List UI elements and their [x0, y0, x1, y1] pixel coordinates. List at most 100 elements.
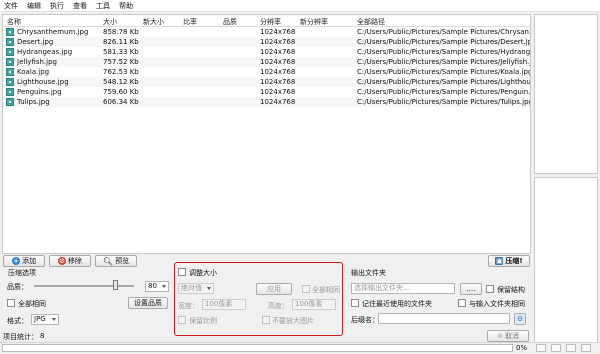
all-same-quality-checkbox[interactable] — [7, 299, 15, 307]
cell-name: Tulips.jpg — [17, 98, 50, 106]
cell-resolution: 1024x768 — [260, 98, 296, 106]
chevron-down-icon — [207, 287, 211, 290]
cell-size: 606.34 Kb — [103, 98, 139, 106]
quality-spinbox[interactable]: 80 — [145, 281, 169, 292]
resize-all-same-label: 全部相同 — [312, 286, 340, 294]
cell-resolution: 1024x768 — [260, 68, 296, 76]
cell-size: 762.53 Kb — [103, 68, 139, 76]
cell-size: 759.60 Kb — [103, 88, 139, 96]
cell-resolution: 1024x768 — [260, 58, 296, 66]
remember-recent-label: 记住最近使用的文件夹 — [362, 300, 432, 308]
table-row[interactable]: Tulips.jpg 606.34 Kb 1024x768 C:/Users/Publ… — [3, 97, 530, 107]
col-full-path[interactable]: 全部路径 — [357, 17, 385, 27]
resize-all-same-checkbox[interactable] — [302, 285, 310, 293]
output-folder-input[interactable]: 选择输出文件夹... — [351, 283, 455, 294]
keep-structure-checkbox[interactable] — [486, 285, 494, 293]
no-enlarge-checkbox[interactable] — [262, 316, 270, 324]
cell-path: C:/Users/Public/Pictures/Sample Pictures… — [357, 68, 530, 76]
menu-bar: 文件 编辑 执行 查看 工具 帮助 — [0, 0, 600, 12]
cell-name: Hydrangeas.jpg — [17, 48, 73, 56]
file-list[interactable]: 名称 大小 新大小 比率 品质 分辨率 新分辨率 全部路径 Chrysanthe… — [2, 14, 531, 254]
cell-path: C:/Users/Public/Pictures/Sample Pictures… — [357, 98, 530, 106]
cell-name: Koala.jpg — [17, 68, 50, 76]
menu-view[interactable]: 查看 — [73, 1, 87, 11]
image-file-icon — [6, 28, 14, 36]
quality-slider-track[interactable] — [34, 285, 134, 287]
zoom-actual-compressed-icon[interactable] — [581, 344, 591, 352]
width-input[interactable]: 100像素 — [202, 299, 246, 310]
quality-slider-thumb[interactable] — [113, 280, 118, 290]
progress-bar — [2, 344, 513, 352]
output-folder-title: 输出文件夹 — [351, 269, 386, 277]
chevron-down-icon — [52, 318, 56, 321]
cancel-button[interactable]: ⊘ 取消 — [487, 330, 529, 342]
menu-file[interactable]: 文件 — [4, 1, 18, 11]
cell-resolution: 1024x768 — [260, 28, 296, 36]
table-row[interactable]: Koala.jpg 762.53 Kb 1024x768 C:/Users/Publi… — [3, 67, 530, 77]
preview-pane-original — [534, 14, 598, 174]
keep-ratio-label: 保留比例 — [189, 317, 217, 325]
set-quality-button[interactable]: 设置品质 — [128, 297, 168, 309]
table-row[interactable]: Hydrangeas.jpg 581.33 Kb 1024x768 C:/Users/… — [3, 47, 530, 57]
menu-execute[interactable]: 执行 — [50, 1, 64, 11]
table-row[interactable]: Lighthouse.jpg 548.12 Kb 1024x768 C:/Users/… — [3, 77, 530, 87]
menu-edit[interactable]: 编辑 — [27, 1, 41, 11]
suffix-input[interactable] — [378, 313, 510, 324]
no-enlarge-label: 不要放大图片 — [272, 317, 314, 325]
remove-button[interactable]: ⊘ 移除 — [49, 255, 91, 267]
zoom-fit-icon[interactable] — [536, 344, 546, 352]
all-same-quality-label: 全部相同 — [18, 300, 46, 308]
image-file-icon — [6, 98, 14, 106]
zoom-fit-compressed-icon[interactable] — [566, 344, 576, 352]
format-select[interactable]: JPG — [31, 314, 59, 325]
image-file-icon — [6, 38, 14, 46]
table-row[interactable]: Chrysanthemum.jpg 858.78 Kb 1024x768 C:/Use… — [3, 27, 530, 37]
progress-percent: 0% — [516, 344, 528, 352]
suffix-info-button[interactable]: ⚙ — [514, 313, 526, 325]
browse-button[interactable]: .... — [460, 283, 482, 295]
col-size[interactable]: 大小 — [103, 17, 117, 27]
cell-size: 858.78 Kb — [103, 28, 139, 36]
compress-button[interactable]: ▣ 压缩! — [488, 255, 530, 267]
suffix-label: 后缀名： — [351, 316, 379, 324]
menu-help[interactable]: 帮助 — [119, 1, 133, 11]
col-ratio[interactable]: 比率 — [183, 17, 197, 27]
col-new-size[interactable]: 新大小 — [143, 17, 164, 27]
remember-recent-checkbox[interactable] — [351, 299, 359, 307]
resize-checkbox[interactable] — [178, 268, 186, 276]
cell-path: C:/Users/Public/Pictures/Sample Pictures… — [357, 78, 530, 86]
cell-resolution: 1024x768 — [260, 88, 296, 96]
preview-pane-compressed — [534, 177, 598, 343]
cell-path: C:/Users/Public/Pictures/Sample Pictures… — [357, 28, 530, 36]
image-file-icon — [6, 48, 14, 56]
col-name[interactable]: 名称 — [7, 17, 21, 27]
keep-structure-label: 保留结构 — [497, 286, 525, 294]
table-row[interactable]: Penguins.jpg 759.60 Kb 1024x768 C:/Users/Pu… — [3, 87, 530, 97]
add-button[interactable]: + 添加 — [3, 255, 45, 267]
menu-tools[interactable]: 工具 — [96, 1, 110, 11]
keep-ratio-checkbox[interactable] — [178, 316, 186, 324]
cell-size: 757.52 Kb — [103, 58, 139, 66]
format-label: 格式： — [7, 317, 28, 325]
project-stats-label: 项目统计： — [3, 333, 38, 341]
image-file-icon — [6, 78, 14, 86]
resize-mode-select[interactable]: 绝对值 — [178, 283, 214, 294]
table-row[interactable]: Jellyfish.jpg 757.52 Kb 1024x768 C:/Users/P… — [3, 57, 530, 67]
width-label: 宽度： — [178, 302, 199, 310]
cell-resolution: 1024x768 — [260, 48, 296, 56]
info-icon: ⚙ — [516, 315, 524, 323]
zoom-actual-icon[interactable] — [551, 344, 561, 352]
height-input[interactable]: 100像素 — [292, 299, 336, 310]
table-row[interactable]: Desert.jpg 826.11 Kb 1024x768 C:/Users/Publ… — [3, 37, 530, 47]
cell-size: 581.33 Kb — [103, 48, 139, 56]
apply-button[interactable]: 应用 — [256, 283, 292, 295]
quality-label: 品质： — [7, 283, 28, 291]
preview-button[interactable]: 🔍︎ 预览 — [95, 255, 137, 267]
cell-path: C:/Users/Public/Pictures/Sample Pictures… — [357, 58, 530, 66]
col-quality[interactable]: 品质 — [223, 17, 237, 27]
image-file-icon — [6, 68, 14, 76]
cell-size: 826.11 Kb — [103, 38, 139, 46]
col-new-resolution[interactable]: 新分辨率 — [300, 17, 328, 27]
col-resolution[interactable]: 分辨率 — [260, 17, 281, 27]
same-as-input-checkbox[interactable] — [458, 299, 466, 307]
